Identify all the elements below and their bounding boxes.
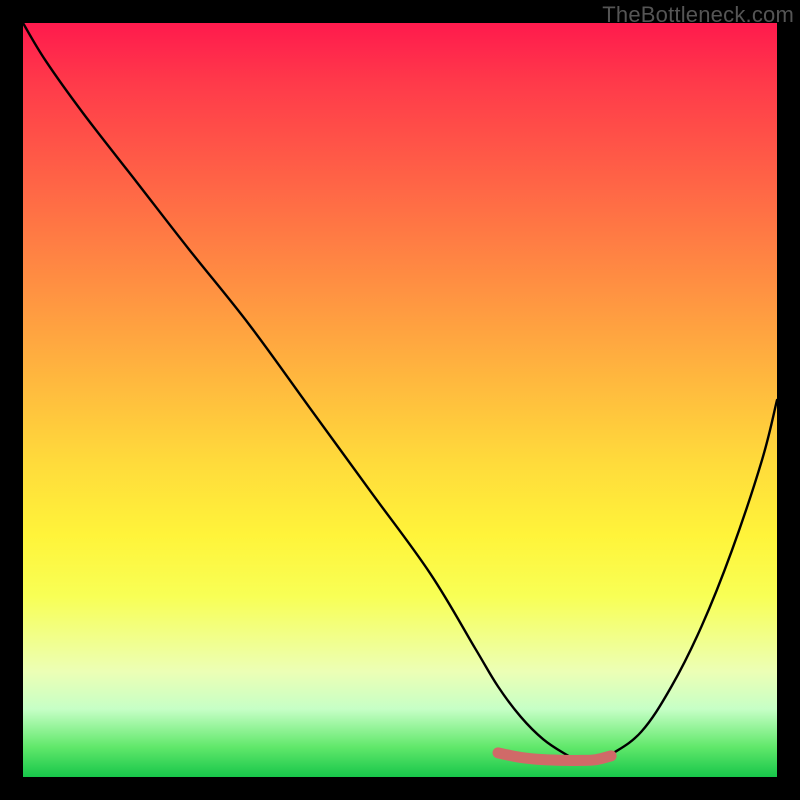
bottleneck-curve [23,23,777,763]
chart-frame [23,23,777,777]
optimal-range-marker [498,753,611,761]
chart-svg [23,23,777,777]
